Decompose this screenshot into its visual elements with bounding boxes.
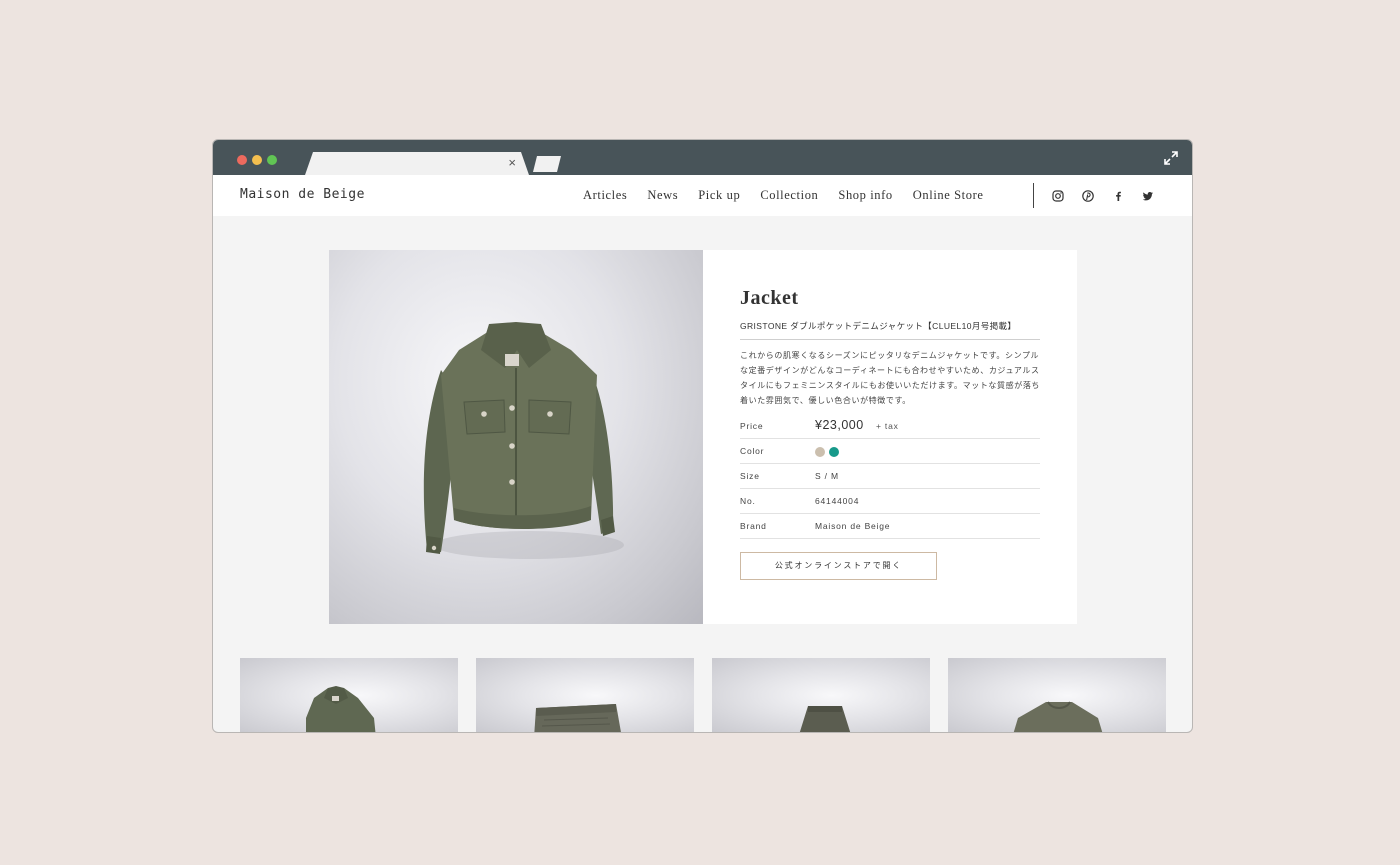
site-logo[interactable]: Maison de Beige — [240, 187, 365, 202]
jacket-illustration — [423, 322, 624, 559]
open-online-store-button[interactable]: 公式オンラインストアで開く — [740, 552, 937, 580]
number-value: 64144004 — [815, 496, 860, 506]
color-label: Color — [740, 446, 765, 456]
spec-row-price: Price ¥23,000 + tax — [740, 414, 1040, 439]
nav-articles[interactable]: Articles — [583, 188, 627, 203]
nav-collection[interactable]: Collection — [760, 188, 818, 203]
price-label: Price — [740, 421, 764, 431]
spec-row-color: Color — [740, 439, 1040, 464]
top-thumbnail-image — [1013, 701, 1103, 732]
expand-icon[interactable] — [1164, 151, 1178, 165]
pinterest-icon[interactable] — [1081, 189, 1095, 203]
nav-news[interactable]: News — [647, 188, 678, 203]
related-items — [240, 658, 1166, 732]
product-title: Jacket — [740, 287, 799, 309]
browser-tab[interactable]: × — [305, 152, 529, 175]
thumbnail-jacket[interactable] — [240, 658, 458, 732]
tax-note: + tax — [876, 421, 899, 431]
tab-close-icon[interactable]: × — [508, 155, 516, 171]
zoom-window-button[interactable] — [267, 155, 277, 165]
brand-label: Brand — [740, 521, 767, 531]
product-image[interactable] — [329, 250, 703, 624]
nav-shop-info[interactable]: Shop info — [838, 188, 892, 203]
product-details: Jacket GRISTONE ダブルポケットデニムジャケット【CLUEL10月… — [703, 250, 1077, 624]
nav-pick-up[interactable]: Pick up — [698, 188, 740, 203]
product-subtitle: GRISTONE ダブルポケットデニムジャケット【CLUEL10月号掲載】 — [740, 321, 1017, 331]
instagram-icon[interactable] — [1051, 189, 1065, 203]
social-links — [1051, 175, 1171, 216]
color-swatch-teal[interactable] — [829, 447, 839, 457]
close-window-button[interactable] — [237, 155, 247, 165]
minimize-window-button[interactable] — [252, 155, 262, 165]
thumbnail-skirt[interactable] — [712, 658, 930, 732]
price-value: ¥23,000 — [815, 418, 864, 432]
divider — [740, 339, 1040, 340]
brand-value: Maison de Beige — [815, 521, 891, 531]
site-header: Maison de Beige Articles News Pick up Co… — [213, 175, 1192, 216]
browser-window: × Maison de Beige Articles News Pick up … — [212, 139, 1193, 733]
facebook-icon[interactable] — [1111, 189, 1125, 203]
size-label: Size — [740, 471, 760, 481]
skirt-thumbnail-image — [799, 706, 851, 732]
spec-row-number: No. 64144004 — [740, 489, 1040, 514]
spec-row-size: Size S / M — [740, 464, 1040, 489]
pants-thumbnail-image — [534, 704, 621, 732]
number-label: No. — [740, 496, 756, 506]
size-value: S / M — [815, 471, 839, 481]
browser-chrome: × — [213, 140, 1192, 175]
new-tab-button[interactable] — [533, 156, 561, 172]
thumbnail-top[interactable] — [948, 658, 1166, 732]
product-description: これからの肌寒くなるシーズンにピッタリなデニムジャケットです。シンプルな定番デザ… — [740, 351, 1041, 405]
nav-divider — [1033, 183, 1034, 208]
spec-row-brand: Brand Maison de Beige — [740, 514, 1040, 539]
color-swatch-beige[interactable] — [815, 447, 825, 457]
thumbnail-pants[interactable] — [476, 658, 694, 732]
jacket-thumbnail-image — [306, 686, 376, 732]
twitter-icon[interactable] — [1141, 189, 1155, 203]
nav-online-store[interactable]: Online Store — [913, 188, 984, 203]
main-nav: Articles News Pick up Collection Shop in… — [583, 175, 1004, 216]
